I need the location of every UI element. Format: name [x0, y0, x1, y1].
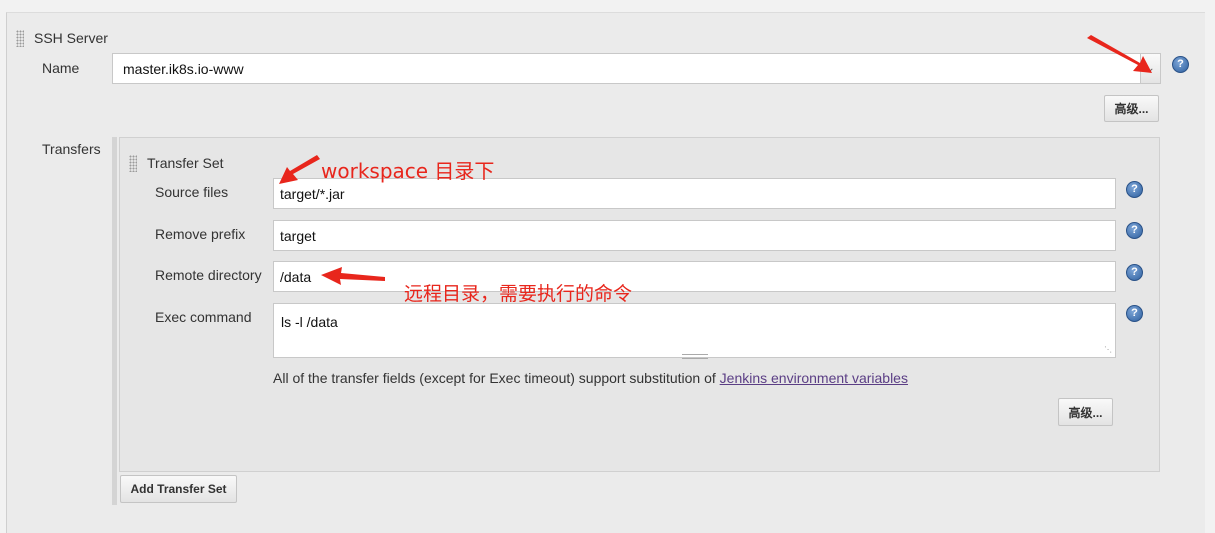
workspace-annotation: workspace 目录下 [321, 159, 495, 183]
arrow-to-source-files [279, 155, 320, 184]
arrow-to-remote-directory [321, 267, 385, 285]
annotation-arrows [279, 35, 1152, 285]
arrow-to-dropdown [1087, 35, 1152, 73]
remote-annotation: 远程目录，需要执行的命令 [404, 283, 633, 305]
